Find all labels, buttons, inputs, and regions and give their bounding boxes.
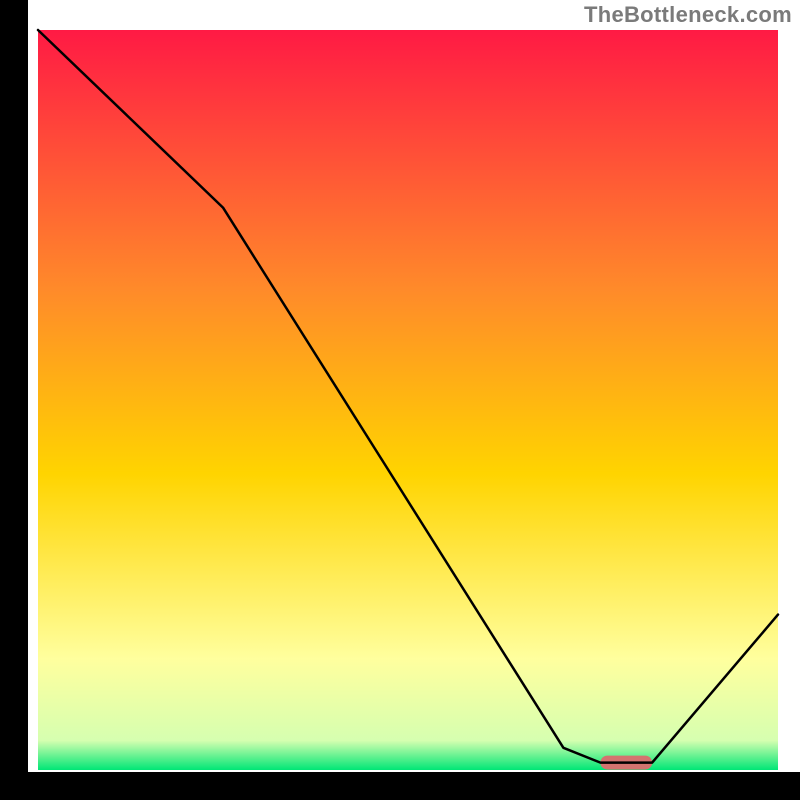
plot-background (38, 30, 778, 770)
chart-container: TheBottleneck.com (0, 0, 800, 800)
bottleneck-chart (0, 0, 800, 800)
